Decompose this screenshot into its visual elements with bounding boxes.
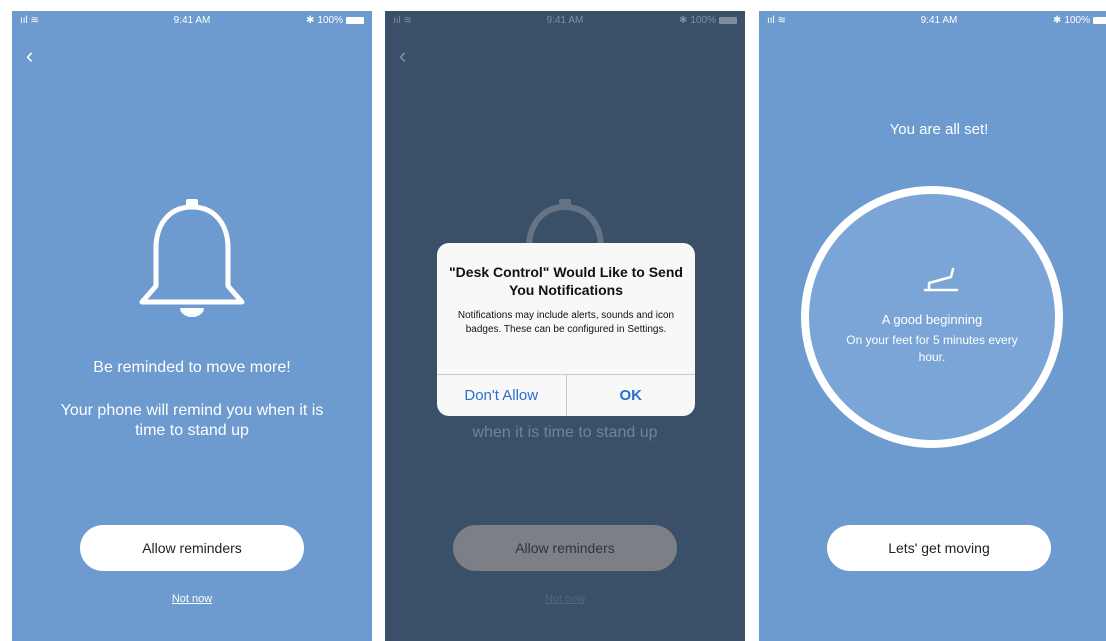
onboarding-screen-all-set: ııl ≋ 9:41 AM ✱ 100% You are all set! A …	[759, 11, 1106, 641]
dialog-title: "Desk Control" Would Like to Send You No…	[449, 264, 683, 298]
reminder-title: Be reminded to move more!	[93, 359, 291, 376]
status-bar: ııl ≋ 9:41 AM ✱ 100%	[385, 15, 745, 29]
onboarding-screen-reminders: ııl ≋ 9:41 AM ✱ 100% ‹ Be reminded to mo…	[12, 11, 372, 641]
not-now-link: Not now	[544, 593, 586, 605]
get-moving-button[interactable]: Lets' get moving	[827, 525, 1051, 571]
battery-icon	[1093, 17, 1106, 24]
allow-reminders-button: Allow reminders	[453, 525, 677, 571]
reminder-subtitle: Your phone will remind you when it is ti…	[60, 402, 324, 439]
battery-indicator: ✱ 100%	[1053, 15, 1106, 26]
ring-subtitle: On your feet for 5 minutes every hour.	[846, 333, 1018, 364]
dialog-actions: Don't Allow OK	[437, 374, 695, 416]
back-chevron-icon[interactable]: ‹	[26, 45, 33, 67]
status-bar: ııl ≋ 9:41 AM ✱ 100%	[759, 15, 1106, 29]
notification-permission-dialog: "Desk Control" Would Like to Send You No…	[437, 243, 695, 416]
ring-title: A good beginning	[881, 312, 983, 327]
bell-icon	[139, 199, 245, 317]
ok-button[interactable]: OK	[565, 375, 696, 416]
onboarding-screen-permission-dialog: ııl ≋ 9:41 AM ✱ 100% ‹ when it is time t…	[385, 11, 745, 641]
standing-desk-icon	[923, 267, 959, 292]
dimmed-subtitle: when it is time to stand up	[472, 424, 658, 441]
battery-indicator: ✱ 100%	[679, 15, 737, 26]
dont-allow-button[interactable]: Don't Allow	[437, 375, 566, 416]
dialog-message: Notifications may include alerts, sounds…	[457, 310, 675, 335]
not-now-link[interactable]: Not now	[12, 593, 372, 605]
battery-icon	[346, 17, 364, 24]
battery-icon	[719, 17, 737, 24]
goal-ring: A good beginning On your feet for 5 minu…	[801, 186, 1063, 448]
allow-reminders-button[interactable]: Allow reminders	[80, 525, 304, 571]
back-chevron-icon: ‹	[399, 43, 407, 68]
status-bar: ııl ≋ 9:41 AM ✱ 100%	[12, 15, 372, 29]
all-set-title: You are all set!	[889, 121, 989, 138]
battery-indicator: ✱ 100%	[306, 15, 364, 26]
